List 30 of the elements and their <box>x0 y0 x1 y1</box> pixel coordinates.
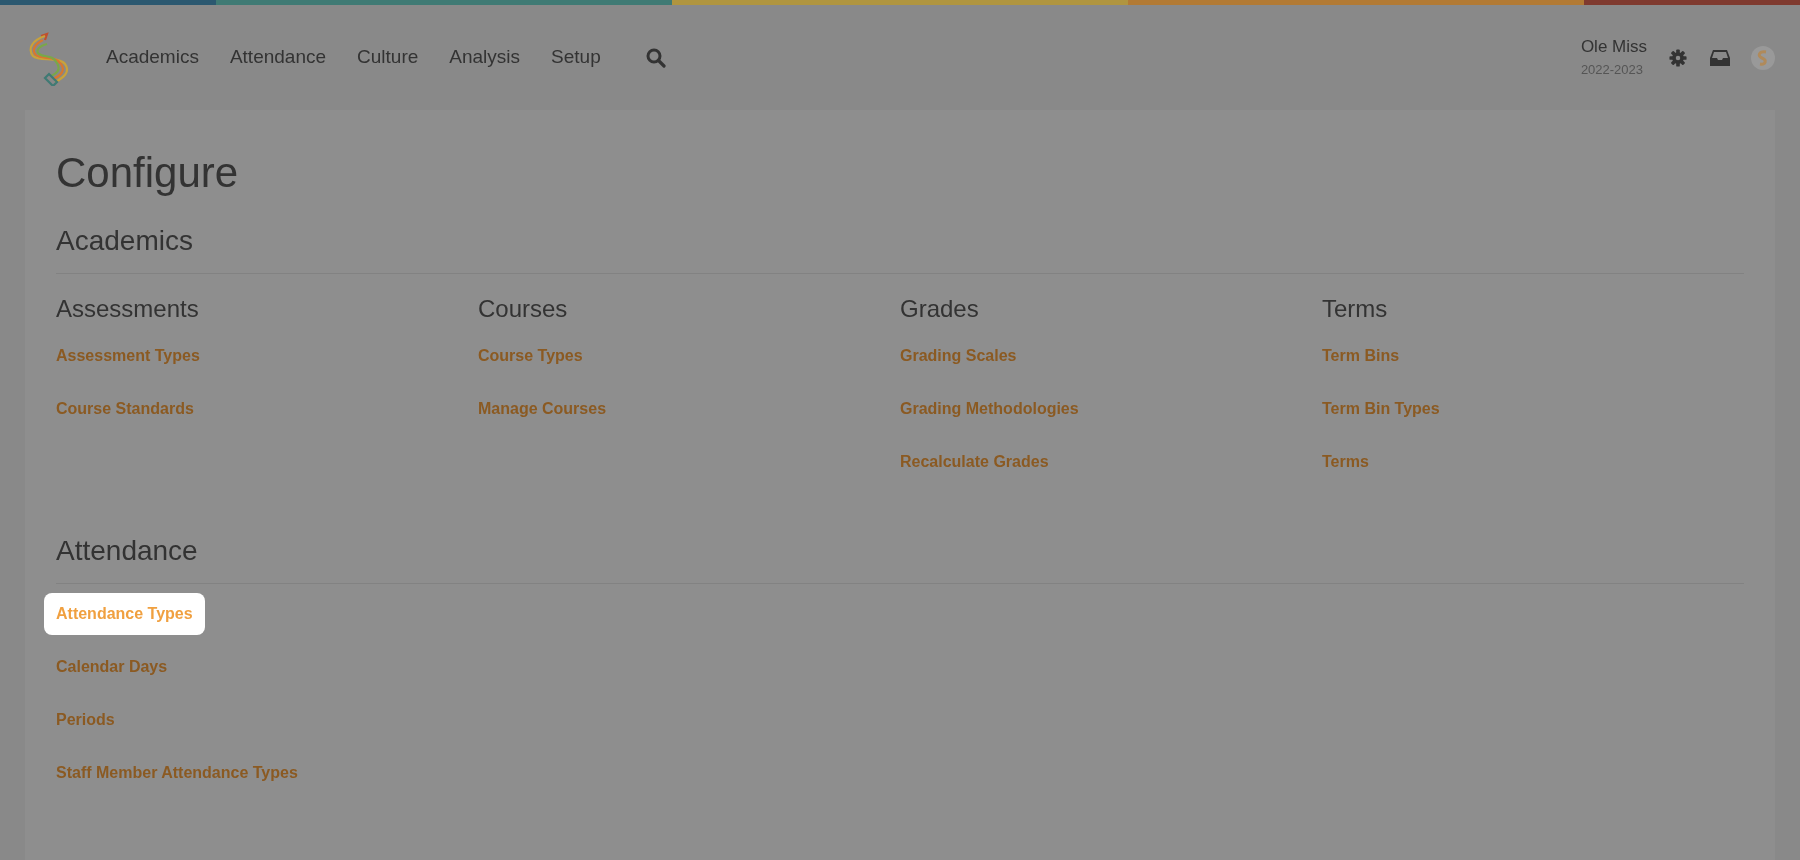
page-title: Configure <box>56 148 240 198</box>
group-heading: Assessments <box>56 294 199 324</box>
config-link[interactable]: Attendance Types <box>44 593 205 635</box>
section-heading: Academics <box>56 224 194 258</box>
config-link[interactable]: Assessment Types <box>56 335 200 377</box>
group-heading: Courses <box>478 294 568 324</box>
config-link[interactable]: Manage Courses <box>478 388 607 430</box>
group-heading: Terms <box>1322 294 1388 324</box>
nav-link[interactable]: Culture <box>357 43 419 72</box>
config-link[interactable]: Periods <box>56 699 115 741</box>
config-link[interactable]: Terms <box>1322 441 1369 483</box>
nav-link[interactable]: Academics <box>106 43 199 72</box>
nav-link[interactable]: Setup <box>551 43 601 72</box>
group-heading: Grades <box>900 294 979 324</box>
config-link[interactable]: Calendar Days <box>56 646 168 688</box>
nav-link[interactable]: Attendance <box>229 43 327 72</box>
nav-link[interactable]: Analysis <box>449 43 521 72</box>
config-link[interactable]: Grading Methodologies <box>900 388 1079 430</box>
inbox-icon[interactable] <box>1709 48 1731 67</box>
section-heading: Attendance <box>56 534 199 568</box>
config-link[interactable]: Staff Member Attendance Types <box>56 752 298 794</box>
school-name: Ole Miss <box>1580 36 1647 58</box>
config-link[interactable]: Grading Scales <box>900 335 1017 377</box>
search-icon[interactable] <box>645 47 666 68</box>
config-link[interactable]: Recalculate Grades <box>900 441 1049 483</box>
config-link[interactable]: Term Bins <box>1322 335 1400 377</box>
settings-icon[interactable] <box>1669 48 1687 67</box>
config-link[interactable]: Course Types <box>478 335 583 377</box>
config-link[interactable]: Term Bin Types <box>1322 388 1440 430</box>
config-link[interactable]: Course Standards <box>56 388 194 430</box>
